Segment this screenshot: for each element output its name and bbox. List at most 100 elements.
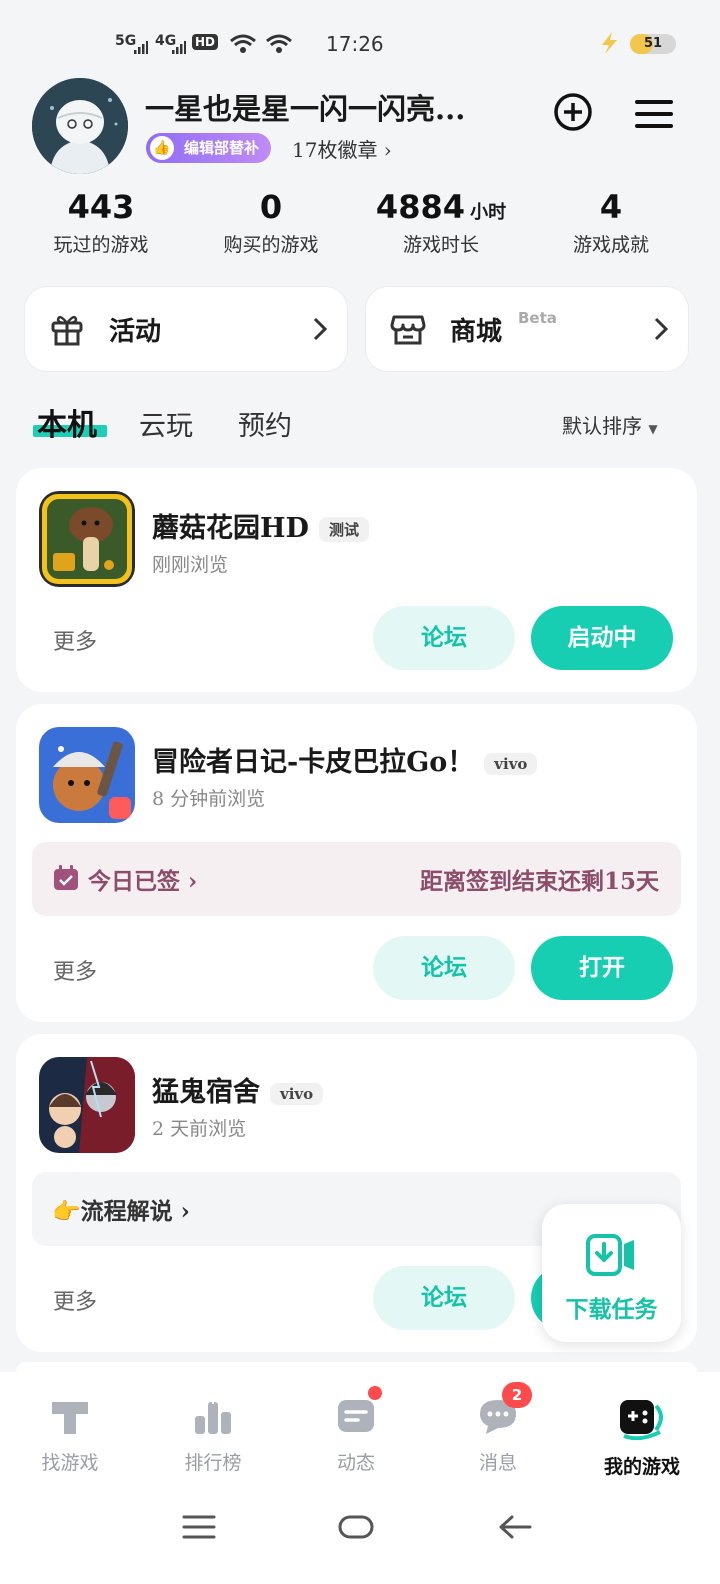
signal-bars-icon [134,41,148,54]
stat-value: 443 [67,188,135,226]
message-count-badge: 2 [502,1382,532,1408]
avatar[interactable] [32,78,128,174]
battery-indicator: 51 [630,34,676,54]
game-icon [39,1057,135,1153]
activity-card[interactable]: 活动 [25,287,347,371]
beta-tag: Beta [518,309,557,327]
thumbs-up-icon: 👍 [150,136,174,160]
charging-icon [602,32,617,54]
open-button[interactable]: 打开 [531,936,673,1000]
chevron-right-icon [313,317,327,341]
game-icon [39,491,135,587]
nav-label: 排行榜 [184,1452,242,1474]
gift-icon [51,315,83,346]
badge-label: 编辑部替补 [184,139,260,157]
rankings-icon [195,1396,231,1434]
nav-find-games[interactable]: 找游戏 [0,1396,140,1475]
nav-messages[interactable]: 2 消息 [428,1382,568,1475]
stat-played[interactable]: 443 玩过的游戏 [16,188,186,257]
game-tag: 测试 [318,517,369,542]
hd-icon: HD [192,34,219,50]
stat-label: 购买的游戏 [223,234,319,256]
nav-label: 我的游戏 [603,1456,680,1478]
game-icon [39,727,135,823]
sort-label: 默认排序 [562,414,642,438]
game-title: 冒险者日记-卡皮巴拉Go！ vivo [152,740,538,779]
activity-label: 活动 [109,317,162,347]
game-name: 蘑菇花园HD [152,513,309,544]
stat-label: 游戏成就 [572,234,649,256]
chevron-right-icon [654,317,668,341]
nav-my-games[interactable]: 我的游戏 [572,1396,712,1479]
store-icon [390,315,426,345]
game-title: 猛鬼宿舍 vivo [152,1070,324,1109]
game-card[interactable]: 蘑菇花园HD 测试 刚刚浏览 更多 论坛 启动中 [16,468,697,692]
game-subtitle: 2 天前浏览 [152,1118,247,1140]
nav-label: 找游戏 [41,1452,99,1474]
caret-down-icon: ▼ [648,422,658,436]
wifi-plus-icon [266,34,292,53]
walkthrough-label: 👉流程解说 › [52,1198,190,1225]
stat-achievements[interactable]: 4 游戏成就 [526,188,696,257]
medals-link[interactable]: 17枚徽章 › [292,134,392,163]
feed-icon [338,1400,374,1432]
home-icon[interactable] [338,1514,374,1540]
launch-button[interactable]: 启动中 [531,606,673,670]
stat-value: 4884 [375,188,465,226]
download-tasks-button[interactable]: 下载任务 [542,1204,681,1342]
game-subtitle: 8 分钟前浏览 [152,788,266,810]
tab-local[interactable]: 本机 [37,400,97,444]
nav-label: 消息 [478,1452,517,1474]
checkin-countdown: 距离签到结束还剩15天 [419,868,659,895]
wifi-icon [230,34,256,53]
stat-value: 4 [599,188,623,226]
forum-button[interactable]: 论坛 [373,606,515,670]
more-button[interactable]: 更多 [53,954,97,986]
calendar-check-icon [54,865,78,890]
stat-label: 玩过的游戏 [53,234,149,256]
menu-icon[interactable] [634,94,674,134]
forum-button[interactable]: 论坛 [373,936,515,1000]
game-title: 蘑菇花园HD 测试 [152,506,369,545]
game-card[interactable]: 冒险者日记-卡皮巴拉Go！ vivo 8 分钟前浏览 今日已签 › 距离签到结束还… [16,704,697,1022]
recents-icon[interactable] [182,1514,216,1540]
mall-label: 商城 [450,317,503,347]
nav-label: 动态 [336,1452,375,1474]
signal-bars-icon [172,41,186,54]
game-name: 冒险者日记-卡皮巴拉Go！ [152,747,475,778]
nav-feed[interactable]: 动态 [286,1386,426,1475]
sort-dropdown[interactable]: 默认排序 ▼ [562,410,658,439]
clock: 17:26 [326,32,384,56]
tab-cloud[interactable]: 云玩 [139,404,193,443]
username[interactable]: 一星也是星一闪一闪亮... [145,86,465,128]
stat-label: 游戏时长 [402,234,479,256]
forum-button[interactable]: 论坛 [373,1266,515,1330]
gamepad-icon [620,1400,663,1441]
more-button[interactable]: 更多 [53,624,97,656]
download-icon [586,1234,634,1276]
game-subtitle: 刚刚浏览 [152,554,229,576]
feed-notification-dot [368,1386,382,1400]
editor-badge[interactable]: 👍 编辑部替补 [146,133,272,163]
avatar-image [32,78,128,174]
stat-value: 0 [259,188,283,226]
checkin-label: 今日已签 › [88,868,198,895]
battery-level: 51 [643,36,663,51]
stat-unit: 小时 [470,202,507,223]
status-bar: 5G 4G HD 17:26 51 [0,0,720,88]
back-icon[interactable] [498,1514,532,1540]
checkin-strip[interactable]: 今日已签 › 距离签到结束还剩15天 [32,842,681,916]
game-name: 猛鬼宿舍 [152,1077,260,1108]
nav-rankings[interactable]: 排行榜 [143,1396,283,1475]
stat-playtime[interactable]: 4884 小时 游戏时长 [356,188,526,257]
stat-purchased[interactable]: 0 购买的游戏 [186,188,356,257]
tab-reserve[interactable]: 预约 [238,404,292,443]
more-button[interactable]: 更多 [53,1284,97,1316]
game-tag: vivo [484,752,538,775]
add-circle-icon[interactable] [553,92,593,132]
find-games-icon [52,1402,88,1434]
bottom-nav: 找游戏 排行榜 动态 2 消息 我的游戏 [0,1372,720,1584]
download-tasks-label: 下载任务 [565,1296,658,1323]
mall-card[interactable]: 商城 Beta [366,287,688,371]
game-tag: vivo [270,1082,324,1105]
